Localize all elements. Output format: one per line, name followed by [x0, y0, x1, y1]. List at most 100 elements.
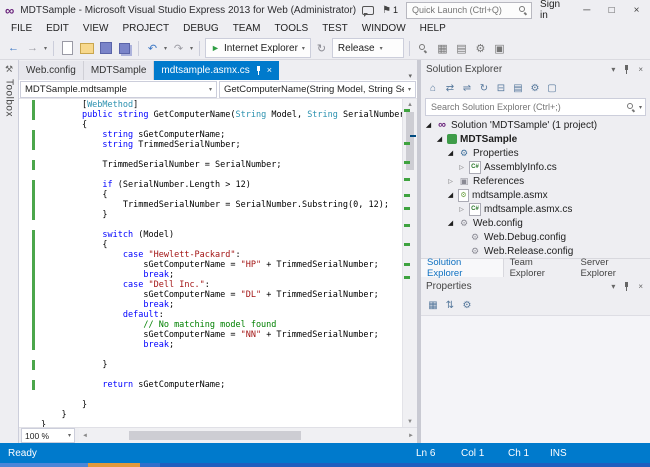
tree-item[interactable]: ◢MDTSample: [421, 132, 650, 146]
expander-icon[interactable]: ◢: [446, 149, 455, 157]
members-dropdown[interactable]: GetComputerName(String Model, String Ser…: [219, 81, 416, 98]
code-line[interactable]: switch (Model): [19, 230, 402, 240]
menu-edit[interactable]: EDIT: [39, 23, 76, 34]
dropdown-caret-icon[interactable]: ▾: [164, 45, 167, 52]
code-line[interactable]: [WebMethod]: [19, 100, 402, 110]
collapse-all-icon[interactable]: ⊟: [493, 80, 509, 96]
tree-item[interactable]: ▷▣References: [421, 174, 650, 188]
expander-icon[interactable]: ◢: [446, 191, 455, 199]
window-position-icon[interactable]: ▾: [609, 65, 617, 74]
code-line[interactable]: case "Hewlett-Packard":: [19, 250, 402, 260]
menu-view[interactable]: VIEW: [76, 23, 116, 34]
preview-selected-items-icon[interactable]: ▢: [544, 80, 560, 96]
property-pages-icon[interactable]: ⚙: [459, 297, 475, 313]
code-line[interactable]: }: [19, 400, 402, 410]
code-line[interactable]: {: [19, 190, 402, 200]
navigate-backward-icon[interactable]: ←: [5, 40, 22, 57]
code-line[interactable]: break;: [19, 270, 402, 280]
menu-test[interactable]: TEST: [315, 23, 355, 34]
minimize-button[interactable]: ─: [578, 5, 595, 16]
solution-configuration-combo[interactable]: Release▾: [332, 38, 404, 58]
code-line[interactable]: break;: [19, 300, 402, 310]
code-line[interactable]: default:: [19, 310, 402, 320]
switch-views-icon[interactable]: ⇄: [442, 80, 458, 96]
menu-window[interactable]: WINDOW: [355, 23, 413, 34]
code-line[interactable]: break;: [19, 340, 402, 350]
navigate-forward-icon[interactable]: →: [24, 40, 41, 57]
alphabetical-icon[interactable]: ⇅: [442, 297, 458, 313]
sync-with-active-document-icon[interactable]: ⇌: [459, 80, 475, 96]
menu-help[interactable]: HELP: [413, 23, 453, 34]
save-icon[interactable]: [97, 40, 114, 57]
scroll-left-icon[interactable]: ◄: [79, 433, 91, 439]
code-line[interactable]: TrimmedSerialNumber = SerialNumber.Subst…: [19, 200, 402, 210]
code-line[interactable]: }: [19, 360, 402, 370]
tree-item[interactable]: ⚙Web.Debug.config: [421, 230, 650, 244]
code-line[interactable]: sGetComputerName = "NN" + TrimmedSerialN…: [19, 330, 402, 340]
tab-web.config[interactable]: Web.config: [19, 61, 84, 80]
scroll-down-icon[interactable]: ▼: [403, 416, 417, 427]
tab-list-chevron-icon[interactable]: ▾: [403, 72, 417, 80]
maximize-button[interactable]: □: [603, 5, 620, 16]
tree-item[interactable]: ◢⚙mdtsample.asmx: [421, 188, 650, 202]
tree-item[interactable]: ◢⚙Properties: [421, 146, 650, 160]
new-file-icon[interactable]: [59, 40, 76, 57]
dropdown-caret-icon[interactable]: ▾: [190, 45, 193, 52]
code-line[interactable]: public string GetComputerName(String Mod…: [19, 110, 402, 120]
close-icon[interactable]: ×: [267, 66, 272, 75]
code-line[interactable]: [19, 150, 402, 160]
extensions-icon[interactable]: ▣: [491, 40, 508, 57]
menu-file[interactable]: FILE: [4, 23, 39, 34]
code-line[interactable]: {: [19, 120, 402, 130]
chevron-down-icon[interactable]: ▾: [639, 104, 642, 111]
feedback-icon[interactable]: [362, 6, 374, 15]
code-line[interactable]: }: [19, 210, 402, 220]
tree-item[interactable]: ◢∞Solution 'MDTSample' (1 project): [421, 118, 650, 132]
code-line[interactable]: TrimmedSerialNumber = SerialNumber;: [19, 160, 402, 170]
vertical-scrollbar[interactable]: ▲ ▼: [402, 99, 417, 427]
code-line[interactable]: {: [19, 240, 402, 250]
menu-tools[interactable]: TOOLS: [267, 23, 315, 34]
code-line[interactable]: [19, 370, 402, 380]
find-icon[interactable]: [415, 40, 432, 57]
code-line[interactable]: [19, 390, 402, 400]
solution-explorer-search[interactable]: ▾: [425, 98, 646, 116]
tree-item[interactable]: ◢⚙Web.config: [421, 216, 650, 230]
quick-launch[interactable]: [406, 2, 532, 19]
scrollbar-thumb[interactable]: [129, 431, 302, 440]
dropdown-caret-icon[interactable]: ▾: [44, 45, 47, 52]
expander-icon[interactable]: ▷: [457, 206, 466, 213]
team-explorer-icon[interactable]: ▤: [453, 40, 470, 57]
code-line[interactable]: case "Dell Inc.":: [19, 280, 402, 290]
pin-icon[interactable]: [621, 65, 632, 74]
code-line[interactable]: }: [19, 410, 402, 420]
menu-debug[interactable]: DEBUG: [176, 23, 226, 34]
tab-mdtsample.asmx.cs[interactable]: mdtsample.asmx.cs×: [154, 61, 279, 80]
expander-icon[interactable]: ◢: [424, 121, 433, 129]
code-line[interactable]: string TrimmedSerialNumber;: [19, 140, 402, 150]
menu-project[interactable]: PROJECT: [115, 23, 176, 34]
menu-team[interactable]: TEAM: [226, 23, 268, 34]
expander-icon[interactable]: ◢: [446, 219, 455, 227]
toolbox-tab[interactable]: ⚒ Toolbox: [0, 60, 19, 443]
browser-refresh-icon[interactable]: ↻: [313, 40, 330, 57]
close-icon[interactable]: ×: [636, 282, 645, 291]
tree-item[interactable]: ▷C#AssemblyInfo.cs: [421, 160, 650, 174]
redo-icon[interactable]: ↷: [170, 40, 187, 57]
code-line[interactable]: string sGetComputerName;: [19, 130, 402, 140]
code-line[interactable]: }: [19, 420, 402, 427]
code-line[interactable]: sGetComputerName = "DL" + TrimmedSerialN…: [19, 290, 402, 300]
tab-server-explorer[interactable]: Server Explorer: [575, 259, 650, 277]
properties-icon[interactable]: ⚙: [527, 80, 543, 96]
code-line[interactable]: // No matching model found: [19, 320, 402, 330]
save-all-icon[interactable]: [116, 40, 133, 57]
expander-icon[interactable]: ▷: [457, 164, 466, 171]
notifications-icon[interactable]: ⚑1: [382, 5, 398, 16]
solution-explorer-icon[interactable]: ▦: [434, 40, 451, 57]
code-line[interactable]: [19, 350, 402, 360]
refresh-icon[interactable]: ↻: [476, 80, 492, 96]
scrollbar-track[interactable]: [91, 428, 405, 443]
home-icon[interactable]: ⌂: [425, 80, 441, 96]
undo-icon[interactable]: ↶: [144, 40, 161, 57]
search-input[interactable]: [429, 101, 623, 113]
